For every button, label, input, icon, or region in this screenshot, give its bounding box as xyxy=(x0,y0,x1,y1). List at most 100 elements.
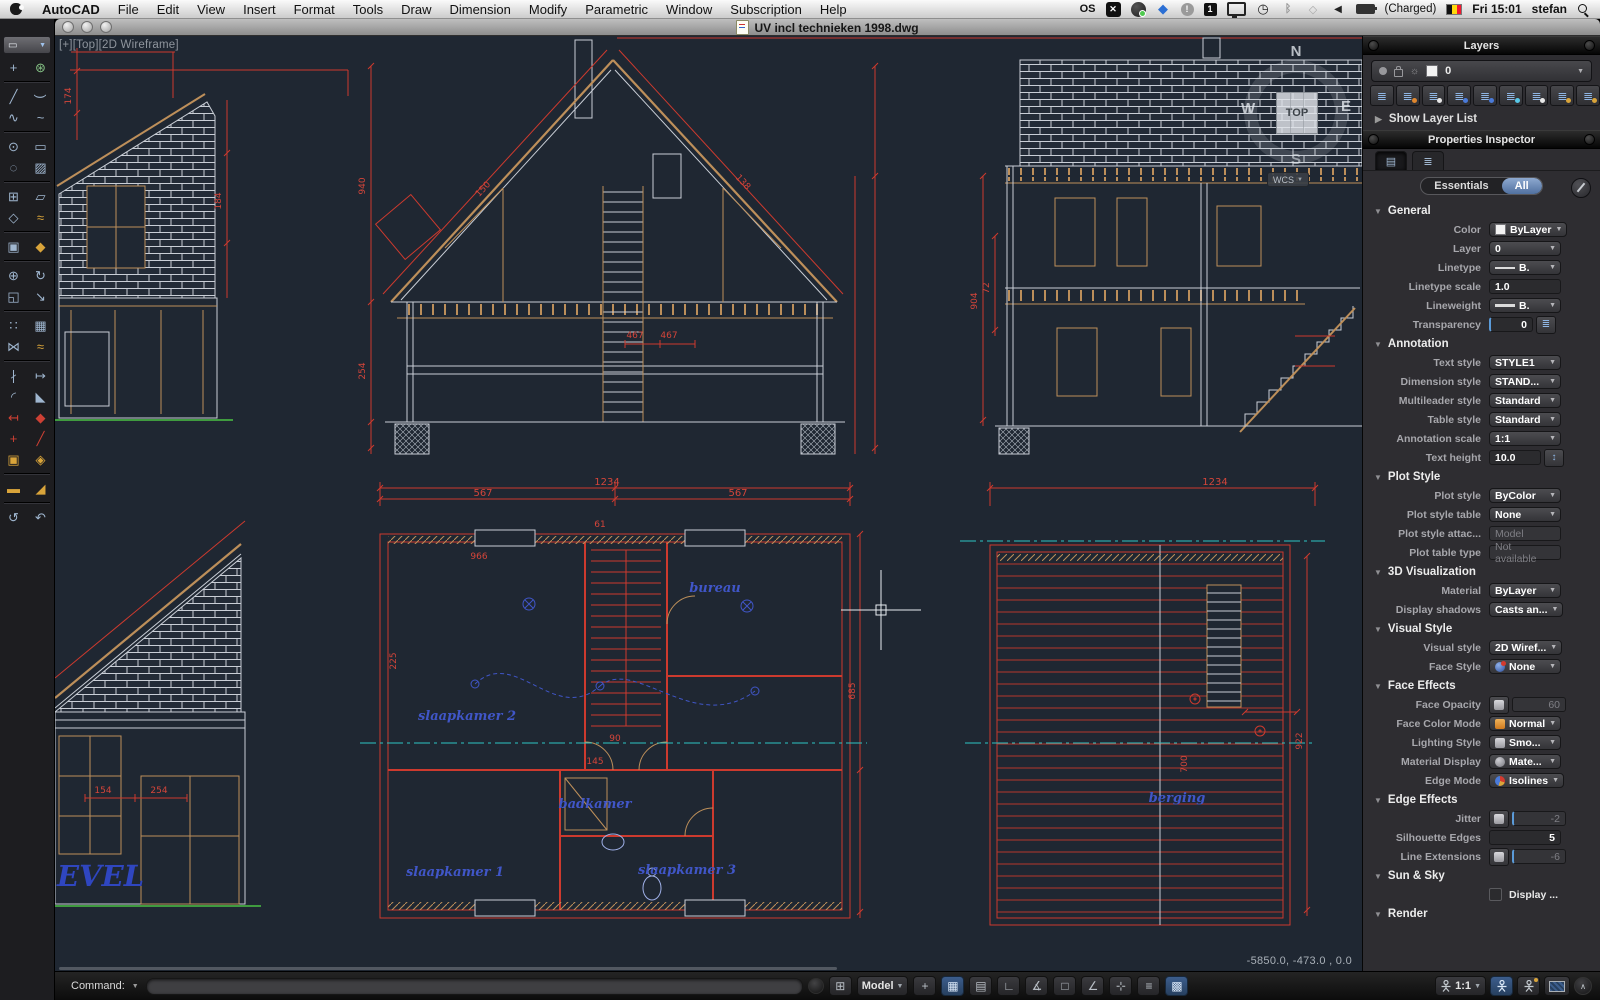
menu-modify[interactable]: Modify xyxy=(520,2,576,17)
compass-west[interactable]: W xyxy=(1241,100,1255,117)
lock-layer-button[interactable]: ≣ xyxy=(1550,85,1574,106)
menu-help[interactable]: Help xyxy=(811,2,856,17)
display-shadows-dropdown[interactable]: Casts an...▼ xyxy=(1489,602,1563,617)
section-plot-style[interactable]: ▼Plot Style xyxy=(1363,467,1600,486)
xquartz-icon[interactable]: ✕ xyxy=(1106,2,1121,17)
tool-offset-button[interactable]: ≈ xyxy=(31,338,51,355)
menu-format[interactable]: Format xyxy=(285,2,344,17)
layers-panel-header[interactable]: Layers xyxy=(1363,36,1600,55)
plot-style-table-dropdown[interactable]: None▼ xyxy=(1489,507,1561,522)
active-tool-button[interactable]: ▭ ▼ xyxy=(3,36,51,54)
tool-fillet-button[interactable]: ◜ xyxy=(4,388,24,405)
menu-dimension[interactable]: Dimension xyxy=(440,2,519,17)
tool-copy-button[interactable]: ∷ xyxy=(4,317,24,334)
compass-south[interactable]: S xyxy=(1291,151,1301,168)
tool-zoom-previous-button[interactable]: ↺ xyxy=(4,509,24,526)
filter-segmented-control[interactable]: Essentials All xyxy=(1420,177,1542,195)
apple-menu-icon[interactable] xyxy=(10,3,22,15)
tool-stamp-button[interactable]: ▱ xyxy=(31,188,51,205)
eyedropper-button[interactable] xyxy=(1571,178,1591,198)
layer-freeze-icon[interactable]: ☼ xyxy=(1410,66,1419,77)
wifi-icon[interactable]: ◇ xyxy=(1306,2,1321,17)
transparency-toggle[interactable]: ▩ xyxy=(1165,976,1188,996)
unlock-layer-button[interactable]: ≣ xyxy=(1576,85,1600,106)
line-extensions-button[interactable] xyxy=(1489,848,1509,866)
osnap-toggle[interactable]: □ xyxy=(1053,976,1076,996)
os-menu-extra[interactable]: OS xyxy=(1080,3,1096,15)
text-style-dropdown[interactable]: STYLE1▼ xyxy=(1489,355,1561,370)
volume-icon[interactable]: ◀ xyxy=(1331,2,1346,17)
menu-tools[interactable]: Tools xyxy=(344,2,392,17)
model-button[interactable]: Model▼ xyxy=(857,976,909,996)
panel-knob-icon[interactable] xyxy=(1368,40,1379,51)
transparency-dropdown[interactable]: ≣ xyxy=(1536,316,1556,334)
tool-rectangle-button[interactable]: ▭ xyxy=(31,138,51,155)
match-layer-button[interactable]: ≣ xyxy=(1473,85,1497,106)
menu-clock[interactable]: Fri 15:01 xyxy=(1472,2,1521,16)
annotation-scale-dropdown[interactable]: 1:1▼ xyxy=(1489,431,1561,446)
menu-insert[interactable]: Insert xyxy=(234,2,285,17)
polar-toggle[interactable]: ∡ xyxy=(1025,976,1048,996)
wcs-dropdown[interactable]: WCS ▼ xyxy=(1267,172,1309,187)
menu-user[interactable]: stefan xyxy=(1532,2,1567,16)
battery-icon[interactable] xyxy=(1356,4,1375,14)
viewport-controls[interactable]: [+][Top][2D Wireframe] xyxy=(59,39,179,51)
dimension-style-dropdown[interactable]: STAND...▼ xyxy=(1489,374,1561,389)
drawing-canvas[interactable]: 1234 567 567 61 966 467 467 940 254 174 … xyxy=(55,36,1362,971)
tool-dim-aligned-button[interactable]: ╱ xyxy=(31,430,51,447)
filter-all[interactable]: All xyxy=(1502,178,1542,194)
tool-dim-slope-button[interactable]: ◢ xyxy=(31,480,51,497)
tool-mirror-button[interactable]: ⋈ xyxy=(4,338,24,355)
linetype-dropdown[interactable]: B.▼ xyxy=(1489,260,1561,275)
edge-mode-dropdown[interactable]: Isolines▼ xyxy=(1489,773,1564,788)
face-opacity-button[interactable] xyxy=(1489,696,1509,714)
messenger-icon[interactable] xyxy=(1131,2,1146,17)
plot-style-dropdown[interactable]: ByColor▼ xyxy=(1489,488,1561,503)
section-3d-visualization[interactable]: ▼3D Visualization xyxy=(1363,562,1600,581)
dropbox-icon[interactable]: ◆ xyxy=(1156,2,1171,17)
layer-color-swatch[interactable] xyxy=(1426,65,1438,77)
menu-draw[interactable]: Draw xyxy=(392,2,440,17)
grid-toggle[interactable]: ▦ xyxy=(941,976,964,996)
section-sun-sky[interactable]: ▼Sun & Sky xyxy=(1363,866,1600,885)
layout-grid-button[interactable]: ⊞ xyxy=(829,976,852,996)
face-color-mode-dropdown[interactable]: Normal▼ xyxy=(1489,716,1561,731)
snap-toggle[interactable]: + xyxy=(913,976,936,996)
make-current-layer-button[interactable]: ≣ xyxy=(1447,85,1471,106)
bluetooth-icon[interactable]: ᛒ xyxy=(1281,2,1296,17)
tool-box3d-button[interactable]: ▣ xyxy=(4,238,24,255)
multileader-style-dropdown[interactable]: Standard▼ xyxy=(1489,393,1561,408)
tool-dim-update-button[interactable]: ↤ xyxy=(4,409,24,426)
tool-circle-button[interactable]: ⊙ xyxy=(4,138,24,155)
section-annotation[interactable]: ▼Annotation xyxy=(1363,334,1600,353)
menu-subscription[interactable]: Subscription xyxy=(721,2,811,17)
tool-rotate-button[interactable]: ↻ xyxy=(31,267,51,284)
layer-dropdown[interactable]: 0▼ xyxy=(1489,241,1561,256)
face-style-dropdown[interactable]: None▼ xyxy=(1489,659,1561,674)
tool-move-button[interactable]: ⊕ xyxy=(4,267,24,284)
layer-off-button[interactable]: ≣ xyxy=(1525,85,1549,106)
sun-sky-display-checkbox[interactable] xyxy=(1489,888,1502,901)
window-title-bar[interactable]: UV incl technieken 1998.dwg xyxy=(55,19,1600,36)
text-height-field[interactable]: 10.0 xyxy=(1489,450,1541,465)
tool-paint-button[interactable]: ◆ xyxy=(31,238,51,255)
compass-north[interactable]: N xyxy=(1291,43,1302,60)
tool-array-button[interactable]: ▦ xyxy=(31,317,51,334)
new-layer-button[interactable]: ≣ xyxy=(1370,85,1394,106)
tool-freehand-button[interactable]: ~ xyxy=(31,109,51,126)
angle-toggle[interactable]: ∠ xyxy=(1081,976,1104,996)
tool-dim-marker-button[interactable]: ◆ xyxy=(31,409,51,426)
tool-hatch-button[interactable]: ▨ xyxy=(31,159,51,176)
panel-knob-icon[interactable] xyxy=(1584,40,1595,51)
tool-group-button[interactable]: ⊛ xyxy=(31,59,51,76)
horizontal-scrollbar[interactable] xyxy=(59,967,837,970)
lighting-style-dropdown[interactable]: Smo...▼ xyxy=(1489,735,1561,750)
auto-annotation-toggle[interactable] xyxy=(1517,976,1540,996)
menu-view[interactable]: View xyxy=(188,2,234,17)
tool-brush-button[interactable]: ≈ xyxy=(31,209,51,226)
menu-autocad[interactable]: AutoCAD xyxy=(33,2,109,17)
fullscreen-button[interactable] xyxy=(1544,976,1570,996)
menu-window[interactable]: Window xyxy=(657,2,721,17)
view-cube-top-face[interactable]: TOP xyxy=(1276,92,1318,134)
section-face-effects[interactable]: ▼Face Effects xyxy=(1363,676,1600,695)
